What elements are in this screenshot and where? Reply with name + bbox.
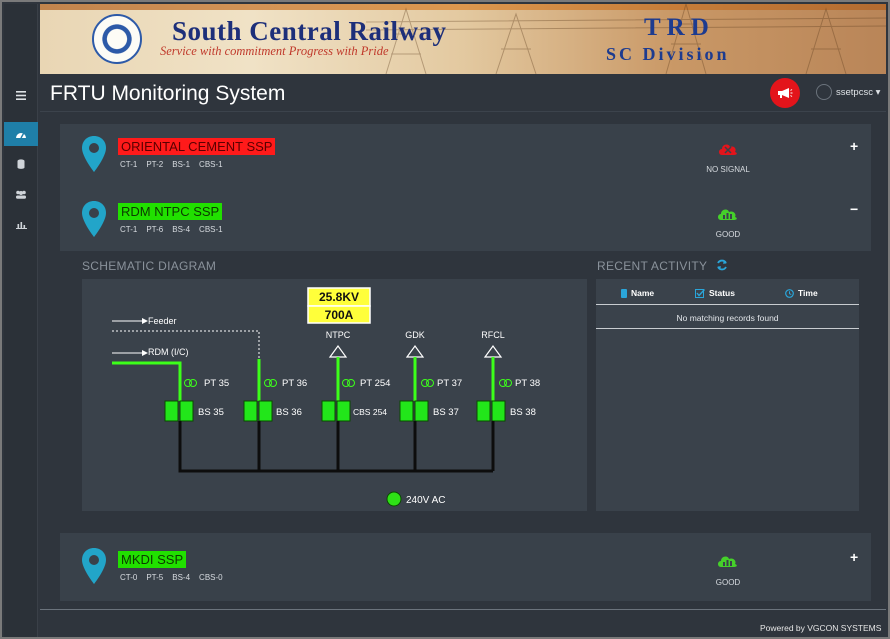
menu-toggle-icon[interactable] (4, 83, 38, 107)
location-pin-icon (82, 201, 106, 237)
bay-254: NTPC PT 254 CBS 254 (321, 330, 390, 422)
feeder-label: Feeder (148, 316, 177, 326)
ssp-counts: CT-1 PT-2 BS-1 CBS-1 (120, 160, 232, 169)
table-header: Name Status Time (596, 279, 859, 305)
empty-table-message: No matching records found (676, 313, 779, 323)
bs-count: BS-4 (172, 225, 191, 234)
app-window: South Central Railway Service with commi… (0, 0, 890, 639)
ct-count: CT-0 (120, 573, 138, 582)
bs-label: BS 38 (510, 407, 536, 418)
alarm-megaphone-button[interactable] (770, 78, 800, 108)
footer-divider (40, 609, 886, 610)
recent-activity-table: Name Status Time No matching records fou… (596, 279, 859, 511)
sidebar (4, 4, 38, 637)
pt-label: PT 37 (437, 378, 462, 389)
line-label: NTPC (326, 330, 351, 340)
banner-division: SC Division (606, 44, 730, 64)
file-icon (621, 288, 627, 298)
ssp-card-mkdi[interactable]: MKDI SSP CT-0 PT-5 BS-4 CBS-0 GOOD + (60, 533, 871, 601)
ssp-details-panel: SCHEMATIC DIAGRAM RECENT ACTIVITY 25.8KV… (60, 252, 871, 522)
current-value: 700A (325, 308, 354, 322)
megaphone-icon (778, 88, 793, 98)
cbs-count: CBS-1 (199, 160, 223, 169)
avatar[interactable] (816, 84, 832, 100)
ct-count: CT-1 (120, 225, 138, 234)
expand-toggle[interactable]: + (850, 549, 858, 565)
location-pin-icon (82, 548, 106, 584)
line-label: GDK (405, 330, 425, 340)
bs-count: BS-1 (172, 160, 191, 169)
banner-trd: TRD (644, 14, 715, 41)
bay-38: RFCL PT 38 BS 38 (476, 330, 540, 422)
checkbox-icon (695, 288, 705, 298)
ssp-name: ORIENTAL CEMENT SSP (118, 138, 276, 155)
bs-label: BS 35 (198, 407, 224, 418)
ssp-card-rdm-ntpc[interactable]: RDM NTPC SSP CT-1 PT-6 BS-4 CBS-1 GOOD − (60, 189, 871, 251)
banner-title: South Central Railway (172, 16, 447, 46)
table-divider (596, 328, 859, 329)
railway-banner: South Central Railway Service with commi… (40, 4, 886, 74)
pt-label: PT 254 (360, 378, 390, 389)
ssp-name: MKDI SSP (118, 551, 187, 568)
bs-label: CBS 254 (353, 407, 387, 417)
no-signal-cloud-icon (719, 144, 737, 155)
cbs-count: CBS-0 (199, 573, 223, 582)
recent-activity-title: RECENT ACTIVITY (597, 259, 708, 273)
column-time[interactable]: Time (785, 288, 818, 298)
good-signal-cloud-icon (718, 556, 737, 567)
collapse-toggle[interactable]: − (850, 201, 858, 217)
column-name[interactable]: Name (621, 288, 654, 298)
ssp-counts: CT-0 PT-5 BS-4 CBS-0 (120, 573, 232, 582)
footer-credit: Powered by VGCON SYSTEMS (760, 623, 882, 633)
pt-label: PT 38 (515, 378, 540, 389)
column-status[interactable]: Status (695, 288, 735, 298)
user-menu[interactable]: ssetpcsc ▾ (836, 87, 880, 98)
signal-status: NO SIGNAL (706, 165, 750, 174)
dashboard-icon[interactable] (4, 122, 38, 146)
ct-count: CT-1 (120, 160, 138, 169)
users-icon[interactable] (4, 182, 38, 206)
expand-toggle[interactable]: + (850, 138, 858, 154)
top-header: FRTU Monitoring System ssetpcsc ▾ (40, 74, 886, 112)
bs-label: BS 37 (433, 407, 459, 418)
location-pin-icon (82, 136, 106, 172)
cbs-count: CBS-1 (199, 225, 223, 234)
page-title: FRTU Monitoring System (50, 82, 286, 105)
ssp-counts: CT-1 PT-6 BS-4 CBS-1 (120, 225, 232, 234)
pt-count: PT-6 (146, 225, 164, 234)
schematic-diagram: 25.8KV 700A Feeder RDM (I/C) PT 35 BS 35… (82, 279, 587, 511)
signal-status: GOOD (715, 578, 741, 587)
clock-icon (785, 288, 794, 298)
incomer-live-line (112, 361, 182, 401)
pt-label: PT 35 (204, 378, 229, 389)
database-icon[interactable] (4, 152, 38, 176)
supply-indicator-icon (386, 491, 402, 507)
pt-label: PT 36 (282, 378, 307, 389)
ssp-card-oriental-cement[interactable]: ORIENTAL CEMENT SSP CT-1 PT-2 BS-1 CBS-1 NO… (60, 124, 871, 189)
ssp-name: RDM NTPC SSP (118, 203, 223, 220)
pt-count: PT-2 (146, 160, 164, 169)
voltage-value: 25.8KV (319, 290, 359, 304)
bay-37: GDK PT 37 BS 37 (399, 330, 462, 422)
bay-35: PT 35 BS 35 (164, 378, 229, 422)
supply-label: 240V AC (406, 495, 445, 506)
banner-subtitle: Service with commitment Progress with Pr… (160, 44, 389, 58)
bs-label: BS 36 (276, 407, 302, 418)
railway-logo (92, 14, 142, 64)
line-label: RFCL (481, 330, 505, 340)
bs-count: BS-4 (172, 573, 191, 582)
bay-36: PT 36 BS 36 (243, 359, 307, 422)
schematic-title: SCHEMATIC DIAGRAM (82, 259, 217, 273)
incomer-label: RDM (I/C) (148, 347, 189, 357)
good-signal-cloud-icon (718, 209, 737, 220)
refresh-icon[interactable] (716, 259, 728, 271)
signal-status: GOOD (715, 230, 741, 239)
reports-chart-icon[interactable] (4, 212, 38, 236)
pt-count: PT-5 (146, 573, 164, 582)
